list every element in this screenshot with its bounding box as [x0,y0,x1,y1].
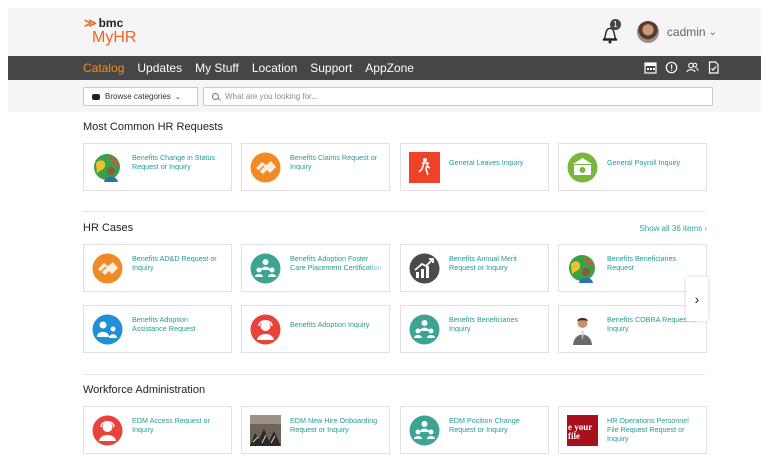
handshake-icon [250,152,281,183]
card-edm-access[interactable]: EDM Access Request or Inquiry [83,406,232,454]
bmc-mark-icon: ≫ [84,16,97,30]
family-icon [409,314,440,345]
card-label: General Payroll Inquiry [607,158,681,167]
card-label: EDM Access Request or Inquiry [132,416,210,434]
card-benefits-beneficiaries-request[interactable]: Benefits Beneficiaries Request [558,244,707,292]
your-file-icon: e your file [567,415,598,446]
card-benefits-cobra[interactable]: Benefits COBRA Request or Inquiry [558,305,707,353]
browse-label: Browse categories [105,92,171,101]
section-divider [83,374,705,375]
categories-icon [92,93,100,100]
alert-icon[interactable] [665,61,678,74]
card-label: General Leaves Inquiry [449,158,524,167]
section-title-cases: HR Cases [83,222,134,234]
card-label: Benefits Adoption Inquiry [290,320,370,329]
nav-item-my-stuff[interactable]: My Stuff [195,61,239,75]
chevron-right-icon: › [702,224,707,233]
family-icon [409,415,440,446]
search-icon [212,93,219,100]
section-title-workforce: Workforce Administration [83,384,206,396]
growth-chart-icon [409,253,440,284]
carousel-next-button[interactable]: › [686,277,708,321]
card-label: Benefits Adoption Assistance Request [132,315,196,333]
nav-item-support[interactable]: Support [310,61,352,75]
section-divider [83,211,705,212]
notification-badge: 1 [609,19,621,30]
card-label: EDM Position Change Request or Inquiry [449,416,520,434]
card-benefits-annual-merit[interactable]: Benefits Annual Merit Request or Inquiry [400,244,549,292]
card-benefits-beneficiaries-inquiry[interactable]: Benefits Beneficiaries Inquiry [400,305,549,353]
nav-item-updates[interactable]: Updates [137,61,182,75]
support-agent-icon [92,415,123,446]
nav-items: Catalog Updates My Stuff Location Suppor… [83,56,427,80]
card-benefits-claims[interactable]: Benefits Claims Request or Inquiry [241,143,390,191]
card-benefits-adoption-assistance[interactable]: Benefits Adoption Assistance Request [83,305,232,353]
text-fade [684,407,706,453]
app-name: MyHR [92,29,137,46]
card-label: Benefits Change in Status Request or Inq… [132,153,216,171]
photo-icon [250,415,281,446]
card-edm-new-hire[interactable]: EDM New Hire Onboarding Request or Inqui… [241,406,390,454]
nav-icons [644,61,720,74]
person-photo-icon [573,318,592,345]
nav-item-catalog[interactable]: Catalog [83,61,124,75]
document-icon[interactable] [707,61,720,74]
money-icon [567,152,598,183]
card-benefits-adoption-inquiry[interactable]: Benefits Adoption Inquiry [241,305,390,353]
brand-name: bmc [98,16,124,30]
globe-person-icon [569,255,595,283]
card-hr-operations-personnel[interactable]: e your file HR Operations Personnel File… [558,406,707,454]
chevron-down-icon[interactable]: ⌄ [709,27,717,38]
family-icon [250,253,281,284]
chevron-down-icon: ⌄ [174,93,181,101]
support-agent-icon [250,314,281,345]
card-benefits-add[interactable]: Benefits AD&D Request or Inquiry [83,244,232,292]
card-label: Benefits AD&D Request or Inquiry [132,254,217,272]
header-actions: 1 cadmin ⌄ [599,19,717,45]
nav-item-location[interactable]: Location [252,61,297,75]
search-box[interactable] [203,87,713,106]
show-all-link[interactable]: Show all 36 items › [639,224,707,233]
text-fade [367,245,389,291]
search-input[interactable] [225,92,705,101]
calendar-icon[interactable] [644,61,657,74]
page: ≫ bmc MyHR 1 cadmin ⌄ Catalog Updates My… [0,0,769,456]
app-header: ≫ bmc MyHR 1 cadmin ⌄ [8,8,761,56]
card-label: EDM New Hire Onboarding Request or Inqui… [290,416,378,434]
card-label: Benefits Beneficiaries Inquiry [449,315,519,333]
card-label: Benefits Annual Merit Request or Inquiry [449,254,517,272]
people-icon[interactable] [686,61,699,74]
brand-logo: ≫ bmc [84,16,136,30]
show-all-label: Show all 36 items [639,224,703,233]
logo[interactable]: ≫ bmc MyHR [84,16,136,47]
user-menu[interactable]: cadmin [667,25,706,39]
card-benefits-adoption-foster[interactable]: Benefits Adoption Foster Care Placement … [241,244,390,292]
section-title-common: Most Common HR Requests [83,121,223,133]
browse-categories-button[interactable]: Browse categories ⌄ [83,87,198,106]
exit-icon [409,152,440,183]
card-edm-position-change[interactable]: EDM Position Change Request or Inquiry [400,406,549,454]
chevron-right-icon: › [694,291,700,307]
card-benefits-change-status[interactable]: Benefits Change in Status Request or Inq… [83,143,232,191]
notifications-button[interactable]: 1 [599,19,625,45]
handshake-icon [92,253,123,284]
avatar[interactable] [636,21,659,43]
card-label: Benefits Claims Request or Inquiry [290,153,378,171]
nav-item-appzone[interactable]: AppZone [365,61,414,75]
search-bar: Browse categories ⌄ [8,80,761,112]
adoption-icon [92,314,123,345]
card-general-leaves[interactable]: General Leaves Inquiry [400,143,549,191]
icon-text: e your file [568,422,593,441]
globe-person-icon [94,154,120,182]
main-nav: Catalog Updates My Stuff Location Suppor… [8,56,761,80]
card-general-payroll[interactable]: General Payroll Inquiry [558,143,707,191]
card-label: Benefits Beneficiaries Request [607,254,677,272]
